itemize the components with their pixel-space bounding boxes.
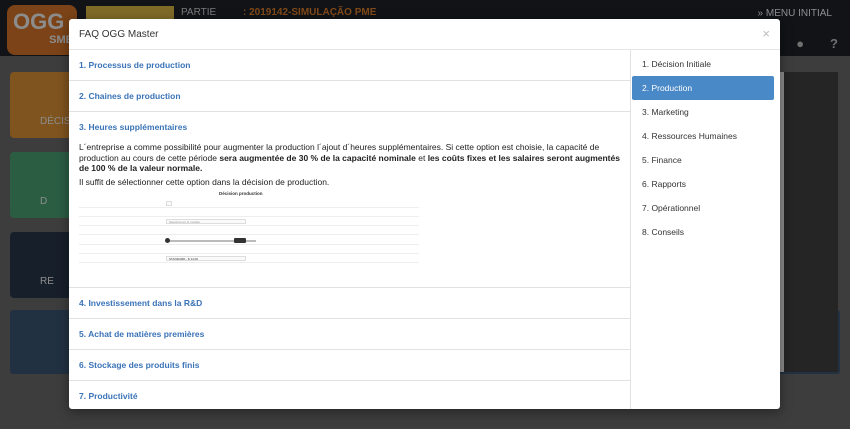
faq-section: 5. Achat de matières premières [69,319,630,350]
nav-item-decision-initiale[interactable]: 1. Décision Initiale [632,52,774,76]
nav-item-marketing[interactable]: 3. Marketing [632,100,774,124]
faq-section: 1. Processus de production [69,50,630,81]
mini-title: Décision production [219,191,263,196]
heures-instruction: Il suffit de sélectionner cette option d… [79,176,330,187]
faq-section-title[interactable]: 5. Achat de matières premières [79,319,620,349]
faq-section: 7. Productivité [69,381,630,409]
faq-section-title[interactable]: 1. Processus de production [79,50,620,80]
nav-item-finance[interactable]: 5. Finance [632,148,774,172]
faq-section: 6. Stockage des produits finis [69,350,630,381]
nav-item-operationnel[interactable]: 7. Opérationnel [632,196,774,220]
faq-section: 4. Investissement dans la R&D [69,288,630,319]
decision-production-screenshot: Décision production Sélectionnez le modè… [79,191,419,271]
modal-title: FAQ OGG Master [79,29,159,40]
heures-paragraph: L´entreprise a comme possibilité pour au… [79,142,620,173]
faq-section-title[interactable]: 7. Productivité [79,381,620,409]
nav-item-production[interactable]: 2. Production [632,76,774,100]
faq-nav: 1. Décision Initiale 2. Production 3. Ma… [632,50,780,244]
mini-select-standard: STANDARD - $ 14.00 [166,256,246,261]
nav-item-ressources-humaines[interactable]: 4. Ressources Humaines [632,124,774,148]
faq-section-title[interactable]: 2. Chaines de production [79,81,620,111]
faq-section-title[interactable]: 6. Stockage des produits finis [79,350,620,380]
faq-section-open: 3. Heures supplémentaires L´entreprise a… [69,112,630,288]
close-icon[interactable]: × [762,26,770,41]
faq-section: 2. Chaines de production [69,81,630,112]
nav-item-conseils[interactable]: 8. Conseils [632,220,774,244]
faq-section-title[interactable]: 3. Heures supplémentaires [79,112,620,142]
faq-section-title[interactable]: 4. Investissement dans la R&D [79,288,620,318]
modal-body: 1. Processus de production 2. Chaines de… [69,50,780,409]
modal-header: FAQ OGG Master × [69,19,780,50]
mini-select: Sélectionnez le modèle [166,219,246,224]
faq-content: 1. Processus de production 2. Chaines de… [69,50,631,409]
nav-item-rapports[interactable]: 6. Rapports [632,172,774,196]
faq-modal: FAQ OGG Master × 1. Processus de product… [69,19,780,409]
